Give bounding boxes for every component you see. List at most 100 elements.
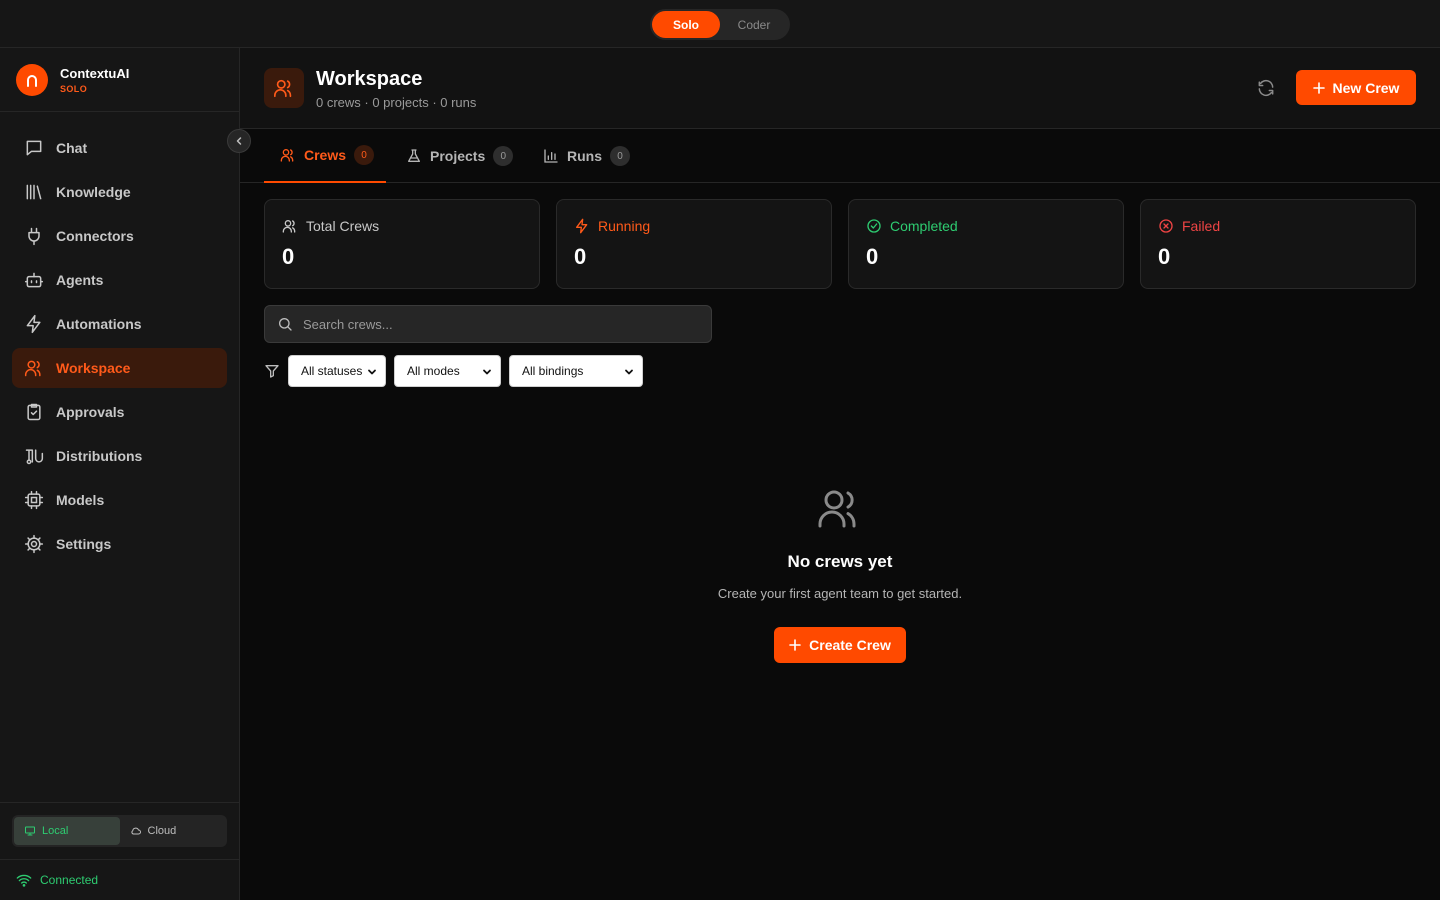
stat-card-failed: Failed 0	[1140, 199, 1416, 289]
flask-icon	[406, 148, 430, 164]
new-crew-label: New Crew	[1332, 79, 1400, 96]
mode-coder-button[interactable]: Coder	[720, 11, 788, 38]
sidebar-item-workspace[interactable]: Workspace	[12, 348, 227, 388]
sidebar-item-label: Approvals	[56, 404, 125, 420]
env-local-button[interactable]: Local	[14, 817, 120, 845]
env-local-label: Local	[42, 825, 69, 837]
tab-count-badge: 0	[354, 145, 375, 165]
stat-label: Failed	[1158, 218, 1220, 234]
env-cloud-button[interactable]: Cloud	[120, 817, 226, 845]
stat-card-running: Running 0	[556, 199, 832, 289]
refresh-button[interactable]	[1254, 76, 1278, 100]
tab-projects[interactable]: Projects 0	[406, 129, 514, 183]
library-icon	[24, 182, 44, 202]
empty-state-description: Create your first agent team to get star…	[717, 586, 963, 601]
cloud-icon	[130, 825, 148, 837]
filter-icon	[264, 363, 280, 379]
arch-icon	[16, 64, 48, 96]
sidebar-divider	[0, 111, 239, 112]
sidebar-item-label: Knowledge	[56, 184, 131, 200]
chevron-down-icon	[482, 367, 492, 377]
sidebar-item-label: Connectors	[56, 228, 134, 244]
tab-runs[interactable]: Runs 0	[543, 129, 630, 183]
stat-label: Total Crews	[282, 218, 379, 234]
tab-label: Crews	[304, 147, 347, 163]
sidebar-item-automations[interactable]: Automations	[12, 304, 227, 344]
stat-value: 0	[866, 244, 879, 269]
stat-value: 0	[574, 244, 587, 269]
stat-card-total-crews: Total Crews 0	[264, 199, 540, 289]
brand[interactable]: ContextuAI SOLO	[16, 64, 129, 96]
sidebar-item-label: Settings	[56, 536, 112, 552]
gear-icon	[24, 534, 44, 554]
sidebar-item-chat[interactable]: Chat	[12, 128, 227, 168]
refresh-icon	[1256, 78, 1276, 98]
mode-filter-select[interactable]: All modes	[394, 355, 501, 387]
tab-crews[interactable]: Crews 0	[264, 129, 386, 183]
cpu-icon	[24, 490, 44, 510]
wifi-icon	[16, 873, 40, 887]
main-content: Workspace 0 crews · 0 projects · 0 runs …	[240, 48, 1440, 900]
sidebar-item-agents[interactable]: Agents	[12, 260, 227, 300]
plus-icon	[789, 639, 809, 651]
sidebar-item-label: Chat	[56, 140, 88, 156]
brand-tier: SOLO	[60, 84, 88, 94]
binding-filter-select[interactable]: All bindings	[509, 355, 643, 387]
sidebar-item-approvals[interactable]: Approvals	[12, 392, 227, 432]
sidebar-item-label: Distributions	[56, 448, 143, 464]
sidebar-item-label: Automations	[56, 316, 142, 332]
chevron-down-icon	[367, 367, 377, 377]
sidebar-item-models[interactable]: Models	[12, 480, 227, 520]
chat-icon	[24, 138, 44, 158]
stat-value: 0	[1158, 244, 1171, 269]
empty-state-title: No crews yet	[787, 552, 893, 571]
status-filter-value: All statuses	[301, 364, 363, 378]
sidebar-item-label: Agents	[56, 272, 104, 288]
brand-name: ContextuAI	[60, 66, 130, 81]
search-box	[264, 305, 712, 343]
users-icon	[280, 147, 304, 163]
stat-label: Running	[574, 218, 650, 234]
tab-label: Projects	[430, 148, 486, 164]
users-icon	[24, 358, 44, 378]
create-crew-button[interactable]: Create Crew	[774, 627, 906, 663]
page-subtitle: 0 crews · 0 projects · 0 runs	[316, 95, 477, 110]
search-input[interactable]	[303, 316, 693, 332]
top-bar: Solo Coder	[0, 0, 1440, 48]
status-filter-select[interactable]: All statuses	[288, 355, 386, 387]
x-circle-icon	[1158, 218, 1182, 234]
mode-filter-value: All modes	[407, 364, 460, 378]
monitor-icon	[24, 825, 42, 837]
tab-count-badge: 0	[493, 146, 514, 166]
bar-chart-icon	[543, 148, 567, 164]
connection-status: Connected	[16, 873, 98, 887]
stat-label-text: Failed	[1182, 218, 1221, 234]
clipboard-check-icon	[24, 402, 44, 422]
users-icon	[816, 484, 864, 532]
collapse-sidebar-button[interactable]	[227, 129, 251, 153]
binding-filter-value: All bindings	[522, 364, 584, 378]
plug-icon	[24, 226, 44, 246]
sidebar-item-label: Models	[56, 492, 105, 508]
zap-icon	[574, 218, 598, 234]
search-icon	[277, 316, 293, 332]
env-divider	[0, 802, 239, 803]
new-crew-button[interactable]: New Crew	[1296, 70, 1416, 105]
stat-label-text: Completed	[890, 218, 958, 234]
chevron-down-icon	[624, 367, 634, 377]
stat-card-completed: Completed 0	[848, 199, 1124, 289]
mode-solo-button[interactable]: Solo	[652, 11, 720, 38]
stat-label-text: Running	[598, 218, 651, 234]
users-icon	[282, 218, 306, 234]
bot-icon	[24, 270, 44, 290]
sidebar-item-knowledge[interactable]: Knowledge	[12, 172, 227, 212]
env-cloud-label: Cloud	[147, 825, 177, 837]
sidebar-item-connectors[interactable]: Connectors	[12, 216, 227, 256]
create-crew-label: Create Crew	[809, 637, 891, 653]
sidebar-item-settings[interactable]: Settings	[12, 524, 227, 564]
tab-count-badge: 0	[610, 146, 630, 166]
page-title: Workspace	[316, 68, 423, 90]
chevron-left-icon	[234, 136, 244, 146]
sidebar-item-distributions[interactable]: Distributions	[12, 436, 227, 476]
stat-value: 0	[282, 244, 295, 269]
